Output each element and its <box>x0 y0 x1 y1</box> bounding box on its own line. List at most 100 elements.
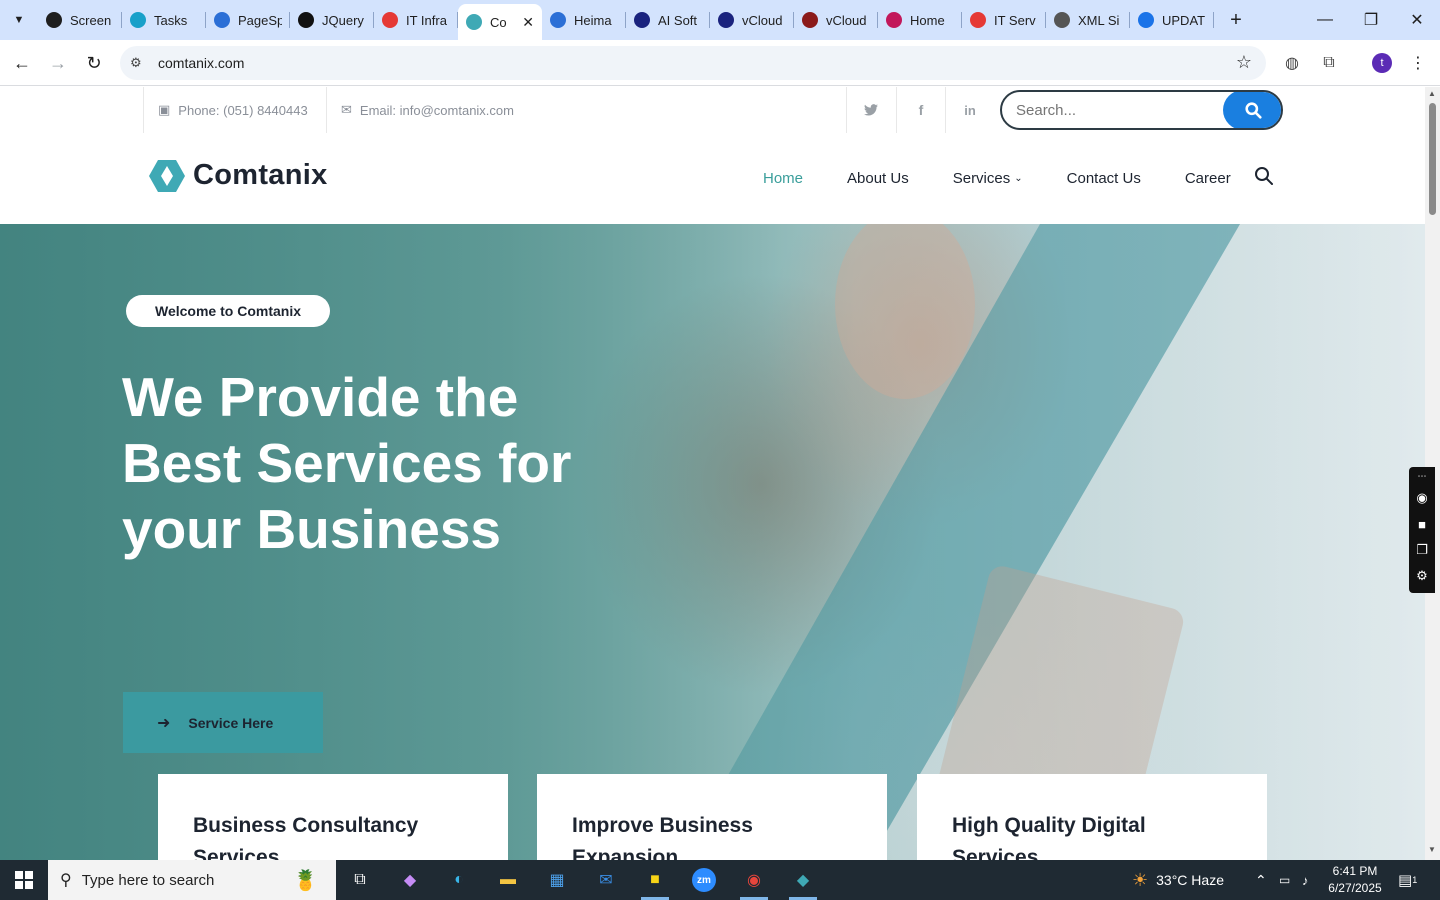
weather-widget[interactable]: ☀ 33°C Haze <box>1132 860 1224 900</box>
chevron-down-icon: ⌄ <box>1014 173 1023 184</box>
browser-tab[interactable]: vCloud <box>710 4 794 36</box>
task-view-icon[interactable]: ⧉ <box>336 860 384 900</box>
file-explorer-icon[interactable]: ▬ <box>484 860 532 900</box>
nav-link-contact-us[interactable]: Contact Us <box>1067 170 1141 187</box>
edge-icon[interactable]: ◐ <box>435 860 483 900</box>
v-logo-icon <box>802 12 818 28</box>
minimize-icon[interactable]: — <box>1302 0 1348 40</box>
microsoft-store-icon[interactable]: ▦ <box>533 860 581 900</box>
mail-icon[interactable]: ✉ <box>582 860 630 900</box>
service-card[interactable]: Improve Business Expansion <box>537 774 887 860</box>
browser-tab[interactable]: Co ✕ <box>458 4 542 40</box>
scales-icon <box>550 12 566 28</box>
profile-avatar[interactable]: t <box>1372 53 1392 73</box>
forward-arrow-icon[interactable]: → <box>45 50 71 76</box>
search-icon <box>1244 101 1262 119</box>
sticky-notes-icon[interactable]: ■ <box>631 860 679 900</box>
site-header: Comtanix Home About Us Services ⌄ Contact Us… <box>0 133 1425 224</box>
main-nav: Home About Us Services ⌄ Contact Us Career <box>763 133 1275 224</box>
brand-name: Comtanix <box>193 159 328 191</box>
browser-tab[interactable]: IT Serv <box>962 4 1046 36</box>
tab-title: Heima <box>574 12 612 28</box>
chrome-icon[interactable]: ◉ <box>730 860 778 900</box>
scroll-up-arrow-icon[interactable]: ▲ <box>1428 89 1436 98</box>
browser-tab[interactable]: JQuery <box>290 4 374 36</box>
site-settings-icon[interactable]: ⚙ <box>130 55 148 71</box>
facebook-icon[interactable]: f <box>897 87 945 133</box>
service-here-button[interactable]: ➜ Service Here <box>123 692 323 753</box>
twitter-icon[interactable] <box>847 87 895 133</box>
close-window-icon[interactable]: ✕ <box>1394 0 1440 40</box>
tab-title: PageSp <box>238 12 282 28</box>
nav-label: Career <box>1184 170 1231 187</box>
nav-link-career[interactable]: Career <box>1185 170 1231 187</box>
zoom-icon[interactable]: zm <box>680 860 728 900</box>
browser-tab[interactable]: vCloud <box>794 4 878 36</box>
header-search-icon[interactable] <box>1254 166 1274 186</box>
taskbar-search-placeholder: Type here to search <box>81 871 215 889</box>
site-search-button[interactable] <box>1223 92 1281 128</box>
home-logo-icon <box>886 12 902 28</box>
show-hidden-icons-icon[interactable]: ⌃ <box>1255 860 1267 900</box>
browser-tab[interactable]: Tasks <box>122 4 206 36</box>
translate-icon[interactable]: ◍ <box>1279 50 1305 76</box>
restore-icon[interactable]: ❐ <box>1348 0 1394 40</box>
new-tab-button[interactable]: + <box>1224 8 1248 32</box>
tasks-icon <box>130 12 146 28</box>
browser-tab[interactable]: UPDAT <box>1130 4 1214 36</box>
volume-icon[interactable]: ♪ <box>1302 860 1309 900</box>
nav-link-home[interactable]: Home <box>763 170 803 187</box>
extensions-puzzle-icon[interactable]: ⧉ <box>1316 50 1342 76</box>
browser-tab[interactable]: Home <box>878 4 962 36</box>
browser-tab[interactable]: XML Si <box>1046 4 1130 36</box>
copilot-icon[interactable]: ◆ <box>386 860 434 900</box>
bookmark-star-icon[interactable]: ☆ <box>1236 52 1252 73</box>
tab-title: UPDAT <box>1162 12 1206 28</box>
gear-icon[interactable]: ⚙ <box>1409 563 1435 589</box>
network-icon[interactable]: ▭ <box>1279 860 1290 900</box>
nav-link-services[interactable]: Services ⌄ <box>953 170 1023 187</box>
hero-section: Welcome to Comtanix We Provide the Best … <box>0 224 1425 860</box>
phone-text: Phone: (051) 8440443 <box>178 102 308 118</box>
address-bar[interactable]: ⚙ comtanix.com ☆ <box>120 46 1266 80</box>
close-tab-icon[interactable]: ✕ <box>522 14 534 31</box>
service-card[interactable]: Business Consultancy Services <box>158 774 508 860</box>
site-search-input[interactable] <box>1002 92 1224 128</box>
notification-count: 1 <box>1412 875 1418 885</box>
notification-center-icon[interactable]: ▤ 1 <box>1398 860 1417 900</box>
tab-search-menu-icon[interactable]: ▼ <box>6 8 32 32</box>
comtanix-app-icon[interactable]: ◆ <box>779 860 827 900</box>
site-search-box <box>1000 90 1283 130</box>
browser-menu-icon[interactable]: ⋮ <box>1405 50 1431 76</box>
browser-toolbar: ← → ↻ ⚙ comtanix.com ☆ ◍ ⧉ t ⋮ <box>0 40 1440 86</box>
tab-title: JQuery <box>322 12 364 28</box>
x-logo-icon <box>634 12 650 28</box>
nav-label: Contact Us <box>1066 170 1141 187</box>
widget-more-icon[interactable]: ⋯ <box>1409 467 1435 485</box>
back-arrow-icon[interactable]: ← <box>9 50 35 76</box>
system-clock[interactable]: 6:41 PM 6/27/2025 <box>1322 863 1388 897</box>
browser-tab[interactable]: PageSp <box>206 4 290 36</box>
scroll-thumb[interactable] <box>1429 103 1436 215</box>
tab-title: Co <box>490 14 507 30</box>
window-capture-icon[interactable]: ❐ <box>1409 537 1435 563</box>
reload-icon[interactable]: ↻ <box>81 50 107 76</box>
linkedin-icon[interactable]: in <box>946 87 994 133</box>
phone-info[interactable]: ▣ Phone: (051) 8440443 <box>158 87 308 133</box>
browser-tab[interactable]: AI Soft <box>626 4 710 36</box>
scroll-down-arrow-icon[interactable]: ▼ <box>1428 845 1436 854</box>
video-camera-icon[interactable]: ■ <box>1409 511 1435 537</box>
docs-icon <box>1138 12 1154 28</box>
browser-tab[interactable]: IT Infra <box>374 4 458 36</box>
arrow-right-icon: ➜ <box>157 714 171 732</box>
camera-icon[interactable]: ◉ <box>1409 485 1435 511</box>
windows-start-button[interactable] <box>0 860 48 900</box>
browser-tab[interactable]: Screen <box>38 4 122 36</box>
service-card[interactable]: High Quality Digital Services <box>917 774 1267 860</box>
nav-label: Home <box>763 170 804 187</box>
taskbar-search-box[interactable]: ⚲ Type here to search 🍍 <box>48 860 336 900</box>
browser-tab[interactable]: Heima <box>542 4 626 36</box>
nav-link-about-us[interactable]: About Us <box>847 170 909 187</box>
email-info[interactable]: ✉ Email: info@comtanix.com <box>341 87 514 133</box>
site-logo[interactable]: Comtanix <box>149 159 328 192</box>
